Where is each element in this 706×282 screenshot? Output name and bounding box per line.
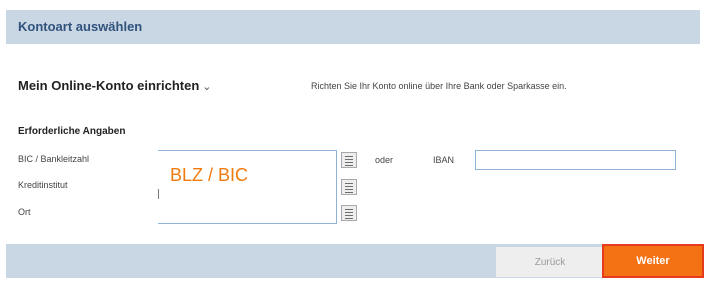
bic-label: BIC / Bankleitzahl [18,154,90,164]
account-setup-label: Mein Online-Konto einrichten [18,78,200,93]
setup-description: Richten Sie Ihr Konto online über Ihre B… [311,81,567,91]
bank-search-hint: BLZ / BIC [170,165,249,185]
chevron-down-icon: ⌄ [202,81,212,93]
iban-input[interactable] [475,150,676,170]
text-cursor [158,189,159,199]
section-title: Erforderliche Angaben [18,126,126,137]
iban-label: IBAN [433,155,455,165]
header-bar: Kontoart auswählen [6,10,700,44]
bank-search-field[interactable]: BLZ / BIC [158,150,337,224]
next-button[interactable]: Weiter [602,244,704,278]
list-icon[interactable] [341,152,357,168]
account-setup-dropdown[interactable]: Mein Online-Konto einrichten ⌄ [18,78,212,93]
page-title: Kontoart auswählen [18,19,143,34]
list-icon[interactable] [341,179,357,195]
kreditinstitut-label: Kreditinstitut [18,180,68,190]
back-button[interactable]: Zurück [496,247,604,277]
ort-label: Ort [18,207,31,217]
list-icon[interactable] [341,205,357,221]
or-text: oder [375,155,394,165]
